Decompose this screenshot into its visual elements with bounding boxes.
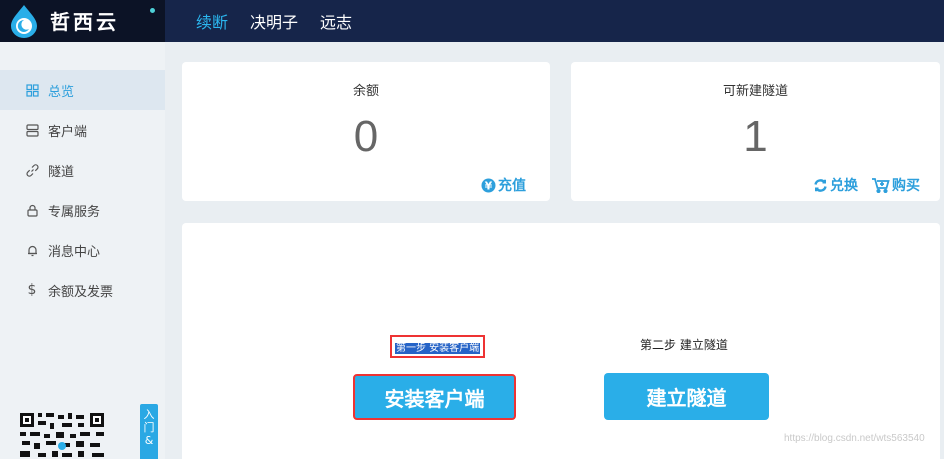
- lock-icon: [24, 202, 40, 218]
- yen-circle-icon: ¥: [480, 177, 496, 193]
- sidebar-item-label: 客户端: [48, 124, 88, 140]
- top-bar: 哲西云 续断 决明子 远志: [0, 0, 944, 42]
- sidebar-item-label: 总览: [48, 84, 75, 100]
- refresh-icon: [812, 177, 828, 193]
- new-tunnel-value: 1: [743, 112, 768, 161]
- nav-item-xuduan[interactable]: 续断: [196, 9, 228, 33]
- buy-label: 购买: [892, 178, 920, 194]
- sidebar-item-balance-invoice[interactable]: $ 余额及发票: [0, 270, 165, 310]
- sidebar-item-client[interactable]: 客户端: [0, 110, 165, 150]
- step1-label-text: 第一步 安装客户端: [395, 343, 481, 354]
- balance-card: 余额 0 ¥ 充值: [182, 62, 550, 201]
- qr-code-image: [18, 410, 106, 459]
- getting-started-steps-card: 第一步 安装客户端 第二步 建立隧道 安装客户端 建立隧道: [182, 223, 940, 459]
- brand-name: 哲西云: [50, 10, 119, 34]
- sidebar-item-label: 消息中心: [48, 244, 101, 260]
- balance-value: 0: [353, 112, 379, 161]
- step2-label: 第二步 建立隧道: [640, 338, 728, 352]
- sidebar-item-overview[interactable]: 总览: [0, 70, 165, 110]
- sidebar-item-label: 隧道: [48, 164, 75, 180]
- grid-icon: [24, 82, 40, 98]
- sidebar-item-label: 余额及发票: [48, 284, 114, 300]
- getting-started-tab[interactable]: 入门&: [140, 404, 158, 459]
- watermark: https://blog.csdn.net/wts563540: [784, 433, 925, 444]
- link-icon: [24, 162, 40, 178]
- new-tunnel-title: 可新建隧道: [722, 84, 788, 99]
- install-client-button[interactable]: 安装客户端: [353, 374, 516, 420]
- recharge-label: 充值: [498, 178, 526, 194]
- recharge-link[interactable]: ¥ 充值: [480, 175, 526, 195]
- bell-icon: [24, 242, 40, 258]
- nav-item-juemingzi[interactable]: 决明子: [250, 9, 298, 33]
- server-icon: [24, 122, 40, 138]
- top-nav: 续断 决明子 远志: [196, 0, 374, 42]
- sidebar-item-tunnel[interactable]: 隧道: [0, 150, 165, 190]
- sidebar-item-messages[interactable]: 消息中心: [0, 230, 165, 270]
- sidebar-item-dedicated-service[interactable]: 专属服务: [0, 190, 165, 230]
- water-drop-logo-icon: [11, 5, 37, 38]
- svg-text:¥: ¥: [484, 179, 492, 192]
- logo[interactable]: 哲西云: [0, 0, 165, 42]
- cart-icon: [870, 177, 890, 193]
- dollar-icon: $: [27, 282, 37, 298]
- new-tunnel-card: 可新建隧道 1 兑换 购买: [571, 62, 940, 201]
- brand-dot: [150, 8, 155, 13]
- step1-label: 第一步 安装客户端: [390, 335, 486, 358]
- sidebar-item-label: 专属服务: [48, 204, 101, 220]
- exchange-label: 兑换: [830, 178, 858, 194]
- create-tunnel-button[interactable]: 建立隧道: [604, 373, 769, 420]
- exchange-link[interactable]: 兑换: [812, 175, 858, 195]
- nav-item-yuanzhi[interactable]: 远志: [320, 9, 352, 33]
- balance-title: 余额: [352, 84, 379, 99]
- sidebar: 总览 客户端 隧道 专属服务 消息中心 $ 余额及发票 入门&: [0, 42, 165, 459]
- buy-link[interactable]: 购买: [870, 175, 920, 195]
